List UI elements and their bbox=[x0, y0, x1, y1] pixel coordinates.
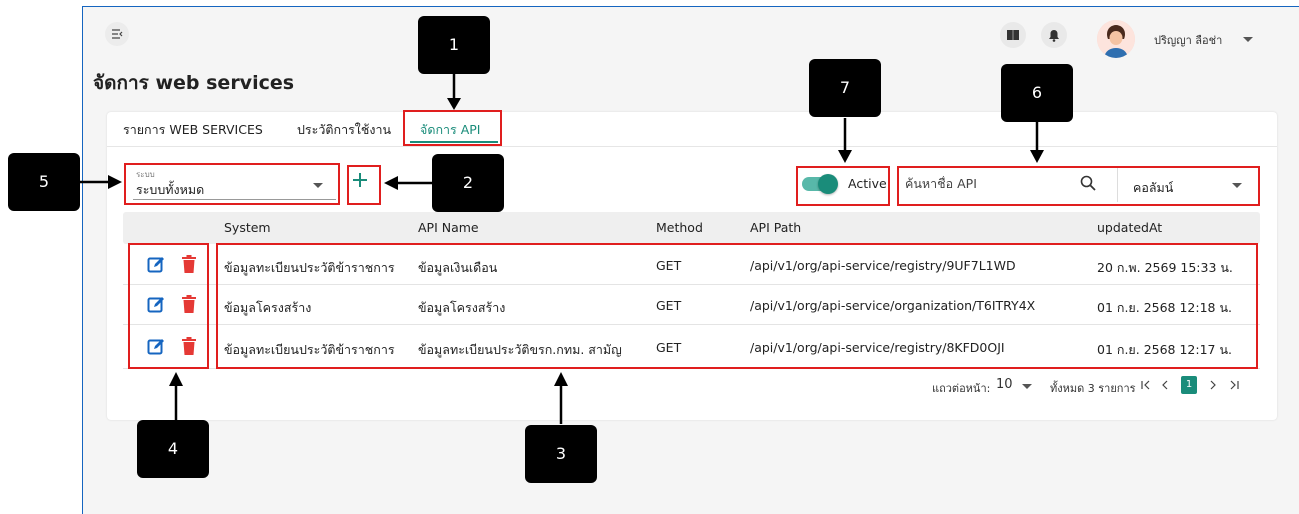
callout-4: 4 bbox=[137, 420, 209, 478]
callout-5: 5 bbox=[8, 153, 80, 211]
annotated-screenshot: จัดการ web services ปริญญา ลือช่า รายการ… bbox=[0, 0, 1299, 514]
callout-1: 1 bbox=[418, 16, 490, 74]
callout-6: 6 bbox=[1001, 64, 1073, 122]
callout-7: 7 bbox=[809, 59, 881, 117]
callout-3: 3 bbox=[525, 425, 597, 483]
callout-2: 2 bbox=[432, 154, 504, 212]
